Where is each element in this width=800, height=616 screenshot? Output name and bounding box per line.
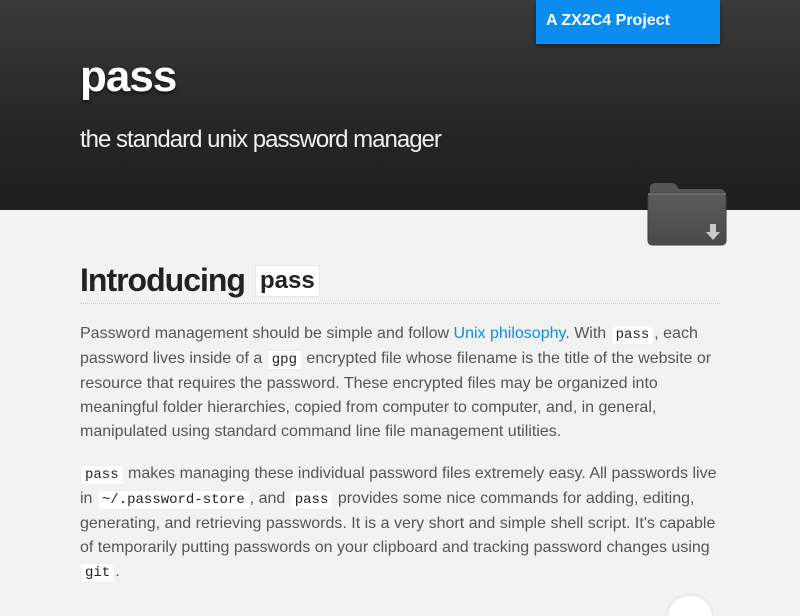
section-heading-introducing: Introducing pass — [80, 262, 720, 304]
site-title: pass — [80, 52, 177, 101]
inline-code: pass — [80, 465, 124, 485]
inline-code: gpg — [266, 350, 302, 370]
page-header: A ZX2C4 Project pass the standard unix p… — [0, 0, 800, 210]
folder-download-icon[interactable] — [646, 180, 728, 248]
main-content: Introducing pass Password management sho… — [80, 262, 720, 585]
inline-code: pass — [289, 490, 334, 510]
heading-code-pass: pass — [254, 264, 320, 297]
site-tagline: the standard unix password manager — [80, 126, 442, 153]
inline-code: ~/.password-store — [96, 490, 250, 510]
scroll-top-button[interactable] — [668, 596, 712, 616]
intro-paragraph-1: Password management should be simple and… — [80, 322, 720, 444]
inline-code: pass — [610, 325, 655, 345]
text-span: . — [115, 563, 120, 580]
unix-philosophy-link[interactable]: Unix philosophy — [454, 325, 566, 342]
inline-code: git — [80, 563, 116, 583]
text-span: . With — [565, 325, 611, 342]
text-span: Password management should be simple and… — [80, 325, 454, 342]
project-badge-link[interactable]: A ZX2C4 Project — [536, 0, 720, 44]
intro-paragraph-2: pass makes managing these individual pas… — [80, 462, 720, 585]
text-span: , and — [249, 490, 290, 507]
heading-text: Introducing — [80, 262, 246, 298]
